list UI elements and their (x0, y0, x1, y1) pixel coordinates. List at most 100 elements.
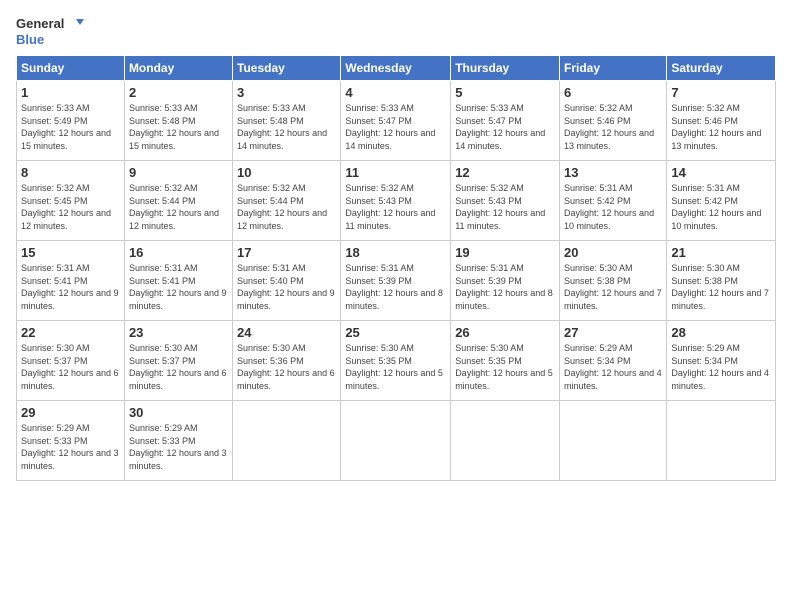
calendar-cell: 8 Sunrise: 5:32 AMSunset: 5:45 PMDayligh… (17, 161, 125, 241)
day-number: 12 (455, 165, 555, 180)
calendar-cell: 17 Sunrise: 5:31 AMSunset: 5:40 PMDaylig… (233, 241, 341, 321)
day-number: 15 (21, 245, 120, 260)
day-info: Sunrise: 5:30 AMSunset: 5:38 PMDaylight:… (564, 262, 662, 312)
day-info: Sunrise: 5:32 AMSunset: 5:43 PMDaylight:… (345, 182, 446, 232)
calendar-cell: 21 Sunrise: 5:30 AMSunset: 5:38 PMDaylig… (667, 241, 776, 321)
day-info: Sunrise: 5:31 AMSunset: 5:40 PMDaylight:… (237, 262, 336, 312)
day-info: Sunrise: 5:33 AMSunset: 5:47 PMDaylight:… (455, 102, 555, 152)
day-number: 1 (21, 85, 120, 100)
calendar-cell (560, 401, 667, 481)
calendar-cell: 26 Sunrise: 5:30 AMSunset: 5:35 PMDaylig… (451, 321, 560, 401)
calendar-cell: 5 Sunrise: 5:33 AMSunset: 5:47 PMDayligh… (451, 81, 560, 161)
day-info: Sunrise: 5:33 AMSunset: 5:48 PMDaylight:… (129, 102, 228, 152)
day-number: 11 (345, 165, 446, 180)
day-number: 26 (455, 325, 555, 340)
calendar-cell: 18 Sunrise: 5:31 AMSunset: 5:39 PMDaylig… (341, 241, 451, 321)
calendar-cell: 2 Sunrise: 5:33 AMSunset: 5:48 PMDayligh… (124, 81, 232, 161)
day-info: Sunrise: 5:30 AMSunset: 5:37 PMDaylight:… (129, 342, 228, 392)
logo-text-blue: Blue (16, 32, 44, 48)
day-number: 6 (564, 85, 662, 100)
day-info: Sunrise: 5:30 AMSunset: 5:38 PMDaylight:… (671, 262, 771, 312)
day-number: 3 (237, 85, 336, 100)
day-number: 13 (564, 165, 662, 180)
calendar-cell (341, 401, 451, 481)
day-info: Sunrise: 5:31 AMSunset: 5:41 PMDaylight:… (129, 262, 228, 312)
day-info: Sunrise: 5:33 AMSunset: 5:48 PMDaylight:… (237, 102, 336, 152)
day-info: Sunrise: 5:33 AMSunset: 5:47 PMDaylight:… (345, 102, 446, 152)
day-number: 17 (237, 245, 336, 260)
calendar-cell: 10 Sunrise: 5:32 AMSunset: 5:44 PMDaylig… (233, 161, 341, 241)
day-number: 29 (21, 405, 120, 420)
calendar-cell: 30 Sunrise: 5:29 AMSunset: 5:33 PMDaylig… (124, 401, 232, 481)
calendar-cell: 19 Sunrise: 5:31 AMSunset: 5:39 PMDaylig… (451, 241, 560, 321)
logo-bird-icon (66, 17, 84, 31)
day-number: 21 (671, 245, 771, 260)
calendar-cell: 20 Sunrise: 5:30 AMSunset: 5:38 PMDaylig… (560, 241, 667, 321)
calendar-cell: 6 Sunrise: 5:32 AMSunset: 5:46 PMDayligh… (560, 81, 667, 161)
calendar-cell: 25 Sunrise: 5:30 AMSunset: 5:35 PMDaylig… (341, 321, 451, 401)
day-info: Sunrise: 5:32 AMSunset: 5:46 PMDaylight:… (671, 102, 771, 152)
calendar-cell (233, 401, 341, 481)
day-number: 10 (237, 165, 336, 180)
calendar-cell: 13 Sunrise: 5:31 AMSunset: 5:42 PMDaylig… (560, 161, 667, 241)
day-number: 16 (129, 245, 228, 260)
day-info: Sunrise: 5:32 AMSunset: 5:45 PMDaylight:… (21, 182, 120, 232)
day-info: Sunrise: 5:32 AMSunset: 5:43 PMDaylight:… (455, 182, 555, 232)
calendar-cell: 12 Sunrise: 5:32 AMSunset: 5:43 PMDaylig… (451, 161, 560, 241)
day-info: Sunrise: 5:31 AMSunset: 5:42 PMDaylight:… (564, 182, 662, 232)
calendar-cell: 1 Sunrise: 5:33 AMSunset: 5:49 PMDayligh… (17, 81, 125, 161)
day-number: 27 (564, 325, 662, 340)
day-header-friday: Friday (560, 56, 667, 81)
day-info: Sunrise: 5:29 AMSunset: 5:33 PMDaylight:… (21, 422, 120, 472)
day-header-saturday: Saturday (667, 56, 776, 81)
day-number: 30 (129, 405, 228, 420)
calendar-cell: 9 Sunrise: 5:32 AMSunset: 5:44 PMDayligh… (124, 161, 232, 241)
day-header-sunday: Sunday (17, 56, 125, 81)
day-number: 8 (21, 165, 120, 180)
day-header-wednesday: Wednesday (341, 56, 451, 81)
day-header-tuesday: Tuesday (233, 56, 341, 81)
day-info: Sunrise: 5:30 AMSunset: 5:36 PMDaylight:… (237, 342, 336, 392)
day-info: Sunrise: 5:30 AMSunset: 5:37 PMDaylight:… (21, 342, 120, 392)
day-number: 9 (129, 165, 228, 180)
day-number: 24 (237, 325, 336, 340)
day-info: Sunrise: 5:32 AMSunset: 5:44 PMDaylight:… (129, 182, 228, 232)
day-info: Sunrise: 5:31 AMSunset: 5:39 PMDaylight:… (455, 262, 555, 312)
logo-container: General Blue (16, 16, 84, 47)
calendar-cell: 28 Sunrise: 5:29 AMSunset: 5:34 PMDaylig… (667, 321, 776, 401)
day-info: Sunrise: 5:30 AMSunset: 5:35 PMDaylight:… (455, 342, 555, 392)
calendar-cell: 4 Sunrise: 5:33 AMSunset: 5:47 PMDayligh… (341, 81, 451, 161)
day-number: 18 (345, 245, 446, 260)
calendar-cell: 24 Sunrise: 5:30 AMSunset: 5:36 PMDaylig… (233, 321, 341, 401)
day-number: 4 (345, 85, 446, 100)
day-number: 20 (564, 245, 662, 260)
calendar-cell (451, 401, 560, 481)
calendar-cell: 3 Sunrise: 5:33 AMSunset: 5:48 PMDayligh… (233, 81, 341, 161)
calendar-cell: 15 Sunrise: 5:31 AMSunset: 5:41 PMDaylig… (17, 241, 125, 321)
day-info: Sunrise: 5:31 AMSunset: 5:42 PMDaylight:… (671, 182, 771, 232)
day-info: Sunrise: 5:32 AMSunset: 5:44 PMDaylight:… (237, 182, 336, 232)
day-number: 28 (671, 325, 771, 340)
day-info: Sunrise: 5:29 AMSunset: 5:34 PMDaylight:… (564, 342, 662, 392)
day-number: 23 (129, 325, 228, 340)
day-info: Sunrise: 5:32 AMSunset: 5:46 PMDaylight:… (564, 102, 662, 152)
day-number: 14 (671, 165, 771, 180)
day-info: Sunrise: 5:31 AMSunset: 5:41 PMDaylight:… (21, 262, 120, 312)
day-header-monday: Monday (124, 56, 232, 81)
logo: General Blue (16, 16, 84, 47)
day-info: Sunrise: 5:30 AMSunset: 5:35 PMDaylight:… (345, 342, 446, 392)
day-info: Sunrise: 5:29 AMSunset: 5:34 PMDaylight:… (671, 342, 771, 392)
day-number: 22 (21, 325, 120, 340)
calendar-cell: 23 Sunrise: 5:30 AMSunset: 5:37 PMDaylig… (124, 321, 232, 401)
day-info: Sunrise: 5:29 AMSunset: 5:33 PMDaylight:… (129, 422, 228, 472)
calendar-cell: 7 Sunrise: 5:32 AMSunset: 5:46 PMDayligh… (667, 81, 776, 161)
calendar: SundayMondayTuesdayWednesdayThursdayFrid… (16, 55, 776, 481)
calendar-cell: 11 Sunrise: 5:32 AMSunset: 5:43 PMDaylig… (341, 161, 451, 241)
day-info: Sunrise: 5:31 AMSunset: 5:39 PMDaylight:… (345, 262, 446, 312)
calendar-cell (667, 401, 776, 481)
calendar-cell: 22 Sunrise: 5:30 AMSunset: 5:37 PMDaylig… (17, 321, 125, 401)
day-number: 19 (455, 245, 555, 260)
calendar-cell: 29 Sunrise: 5:29 AMSunset: 5:33 PMDaylig… (17, 401, 125, 481)
calendar-cell: 27 Sunrise: 5:29 AMSunset: 5:34 PMDaylig… (560, 321, 667, 401)
calendar-cell: 14 Sunrise: 5:31 AMSunset: 5:42 PMDaylig… (667, 161, 776, 241)
